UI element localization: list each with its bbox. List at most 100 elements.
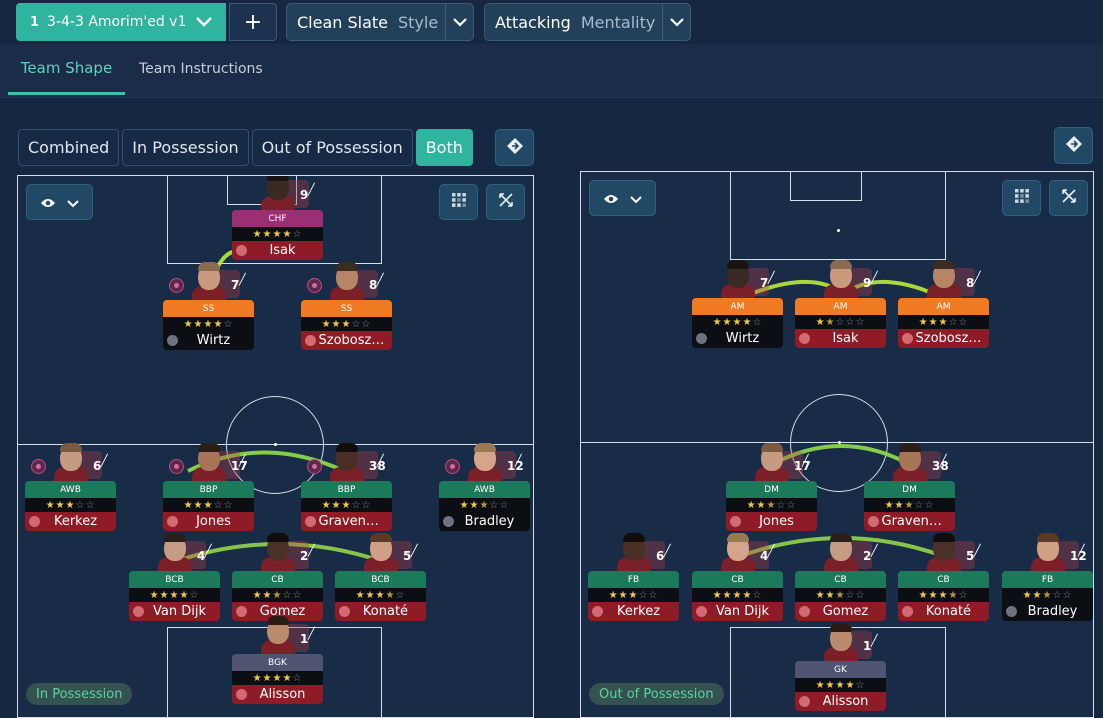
player-card[interactable]: ╱ 2 CB ★ ★ ★ ☆ ☆ Gomez: [232, 533, 323, 621]
player-portrait: [925, 260, 963, 298]
player-role: FB: [588, 571, 679, 588]
arrow-icon: ╱: [239, 273, 246, 286]
role-badge-icon: [169, 459, 184, 474]
player-name-bar: Alisson: [232, 685, 323, 704]
arrow-icon: ╱: [871, 634, 878, 647]
role-rating-stars: ★ ★ ☆ ☆ ☆: [795, 315, 886, 329]
grid-toggle-button[interactable]: [439, 184, 478, 220]
player-role: BBP: [301, 481, 392, 498]
tactic-selector[interactable]: 1 3-4-3 Amorim'ed v1: [16, 3, 226, 41]
arrow-icon: ╱: [308, 627, 315, 640]
player-card[interactable]: ╱ 4 BCB ★ ★ ★ ★ ☆ Van Dijk: [129, 533, 220, 621]
kit-number: 2: [300, 549, 309, 563]
tab-team-instructions[interactable]: Team Instructions: [139, 44, 263, 94]
kit-number: 12: [507, 459, 524, 473]
player-name: Gravenb...: [318, 514, 385, 529]
player-card[interactable]: ╱ 5 CB ★ ★ ★ ★ ☆ Konaté: [898, 533, 989, 621]
player-card[interactable]: ╱ 5 BCB ★ ★ ★ ★ ☆ Konaté: [335, 533, 426, 621]
player-role: DM: [864, 481, 955, 498]
player-card[interactable]: ╱ 38 DM ★ ★ ★ ☆ ☆ Gravenb...: [864, 443, 955, 531]
player-name: Van Dijk: [153, 604, 206, 619]
player-card[interactable]: ╱ 8 SS ★ ★ ★ ☆ ☆ Szoboszlai: [301, 262, 392, 350]
role-rating-stars: ★ ★ ★ ☆ ☆: [301, 498, 392, 512]
kit-number: 7: [760, 276, 769, 290]
player-card[interactable]: ╱ 12 AWB ★ ★ ★ ☆ ☆ Bradley: [439, 443, 530, 531]
player-card[interactable]: ╱ 1 GK ★ ★ ★ ★ ☆ Alisson: [795, 623, 886, 711]
chevron-down-icon: [630, 189, 642, 208]
player-status-icon: [592, 606, 603, 617]
role-rating-stars: ★ ★ ★ ★ ☆: [692, 315, 783, 329]
pitch-options-button[interactable]: [495, 129, 534, 166]
mentality-selector[interactable]: Attacking Mentality: [484, 3, 691, 41]
player-card[interactable]: ╱ 17 DM ★ ★ ★ ☆ ☆ Jones: [726, 443, 817, 531]
player-card[interactable]: ╱ 1 BGK ★ ★ ★ ★ ☆ Alisson: [232, 616, 323, 704]
role-rating-stars: ★ ★ ★ ★ ☆: [898, 588, 989, 602]
player-status-icon: [902, 333, 913, 344]
chevron-down-icon[interactable]: [445, 4, 473, 40]
add-tactic-button[interactable]: +: [229, 3, 277, 41]
tab-team-shape[interactable]: Team Shape: [8, 44, 125, 95]
style-label: Style: [398, 12, 439, 32]
player-card[interactable]: ╱ 6 AWB ★ ★ ★ ☆ ☆ Kerkez: [25, 443, 116, 531]
kit-number: 8: [966, 276, 975, 290]
player-name: Jones: [759, 514, 794, 529]
player-card[interactable]: ╱ 12 FB ★ ★ ★ ☆ ☆ Bradley: [1002, 533, 1093, 621]
grid-toggle-button[interactable]: [1002, 180, 1041, 216]
kit-number: 5: [966, 549, 975, 563]
player-card[interactable]: ╱ 38 BBP ★ ★ ★ ☆ ☆ Gravenb...: [301, 443, 392, 531]
player-card[interactable]: ╱ 9 CHF ★ ★ ★ ★ ☆ Isak: [232, 176, 323, 260]
player-name: Gomez: [822, 604, 869, 619]
chevron-down-icon[interactable]: [662, 4, 690, 40]
kit-number: 1: [863, 639, 872, 653]
toggle-out-of-possession[interactable]: Out of Possession: [251, 129, 413, 166]
role-badge-icon: [307, 278, 322, 293]
player-name: Bradley: [464, 514, 515, 529]
player-portrait: [822, 623, 860, 661]
kit-number: 17: [794, 459, 811, 473]
visibility-toggle[interactable]: [589, 180, 656, 216]
player-name: Kerkez: [616, 604, 661, 619]
toggle-combined[interactable]: Combined: [18, 129, 120, 166]
style-selector[interactable]: Clean Slate Style: [286, 3, 474, 41]
visibility-toggle[interactable]: [26, 184, 93, 220]
role-rating-stars: ★ ★ ★ ☆ ☆: [163, 498, 254, 512]
player-name: Isak: [832, 331, 859, 346]
player-card[interactable]: ╱ 17 BBP ★ ★ ★ ☆ ☆ Jones: [163, 443, 254, 531]
player-status-icon: [696, 606, 707, 617]
player-role: CB: [692, 571, 783, 588]
player-portrait: [615, 533, 653, 571]
player-card[interactable]: ╱ 6 FB ★ ★ ★ ☆ ☆ Kerkez: [588, 533, 679, 621]
role-badge-icon: [169, 278, 184, 293]
player-portrait: [719, 260, 757, 298]
arrow-icon: ╱: [768, 271, 775, 284]
arrow-icon: ╱: [768, 544, 775, 557]
player-name-bar: Van Dijk: [692, 602, 783, 621]
pitch-options-button-right[interactable]: [1054, 127, 1093, 164]
player-role: AWB: [25, 481, 116, 498]
player-card[interactable]: ╱ 2 CB ★ ★ ★ ☆ ☆ Gomez: [795, 533, 886, 621]
kit-number: 9: [863, 276, 872, 290]
toggle-in-possession[interactable]: In Possession: [122, 129, 249, 166]
player-name: Jones: [196, 514, 231, 529]
player-card[interactable]: ╱ 4 CB ★ ★ ★ ★ ☆ Van Dijk: [692, 533, 783, 621]
arrow-icon: ╱: [871, 271, 878, 284]
kit-number: 8: [369, 278, 378, 292]
mentality-value: Attacking: [495, 12, 571, 32]
player-portrait: [190, 262, 228, 300]
expand-icon: [498, 192, 514, 212]
kit-number: 1: [300, 632, 309, 646]
player-card[interactable]: ╱ 7 SS ★ ★ ★ ★ ☆ Wirtz: [163, 262, 254, 350]
player-card[interactable]: ╱ 7 AM ★ ★ ★ ★ ☆ Wirtz: [692, 260, 783, 348]
eye-icon: [40, 193, 56, 212]
arrow-icon: ╱: [101, 454, 108, 467]
player-status-icon: [799, 333, 810, 344]
expand-button[interactable]: [1049, 180, 1088, 216]
chevron-down-icon[interactable]: [188, 6, 220, 38]
role-rating-stars: ★ ★ ★ ☆ ☆: [898, 315, 989, 329]
player-role: AM: [692, 298, 783, 315]
player-card[interactable]: ╱ 9 AM ★ ★ ☆ ☆ ☆ Isak: [795, 260, 886, 348]
player-name-bar: Kerkez: [25, 512, 116, 531]
expand-button[interactable]: [486, 184, 525, 220]
player-card[interactable]: ╱ 8 AM ★ ★ ★ ☆ ☆ Szoboszlai: [898, 260, 989, 348]
toggle-both[interactable]: Both: [415, 129, 473, 166]
